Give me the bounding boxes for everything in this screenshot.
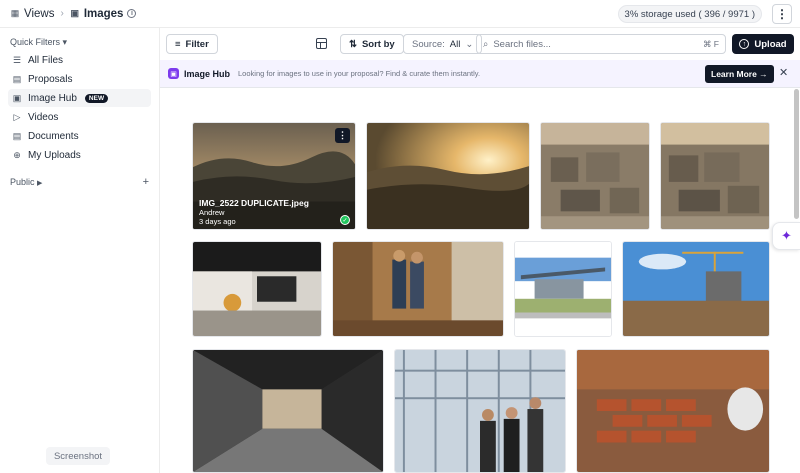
ai-assistant-sparkle-button[interactable]: ✦ <box>772 222 800 250</box>
gallery-image-construction-aerial-2[interactable] <box>660 122 770 230</box>
gallery-image-modern-building[interactable] <box>514 241 612 337</box>
more-options-button[interactable]: ⋮ <box>772 4 792 24</box>
caret-right-icon: ▶ <box>37 180 43 187</box>
search-input[interactable]: ⌕ Search files... ⌘ F <box>476 34 726 54</box>
office-desk-image <box>193 242 321 336</box>
sidebar-item-all-files[interactable]: ☰ All Files <box>8 51 151 69</box>
workers-building-image <box>333 242 503 336</box>
business-people-image <box>395 350 565 472</box>
construction-aerial-image <box>541 123 649 229</box>
gallery-image-office-hallway[interactable] <box>192 349 384 473</box>
gallery-image-bricklaying[interactable] <box>576 349 770 473</box>
upload-button[interactable]: ↑ Upload <box>732 34 794 54</box>
filter-icon: ≡ <box>175 38 181 50</box>
info-icon[interactable]: i <box>127 9 137 18</box>
filter-button[interactable]: ≡ Filter <box>166 34 218 54</box>
check-icon: ✓ <box>340 215 350 225</box>
modern-building-image <box>515 242 611 336</box>
sidebar-item-my-uploads[interactable]: ⊕ My Uploads <box>8 146 151 164</box>
search-shortcut: ⌘ F <box>702 38 719 49</box>
sort-icon: ⇅ <box>349 38 357 50</box>
sidebar-item-documents[interactable]: ▤ Documents <box>8 127 151 145</box>
sidebar-item-image-hub[interactable]: ▣ Image Hub NEW <box>8 89 151 107</box>
top-bar: ▦ Views › ▣ Images i 3% storage used ( 3… <box>0 0 800 28</box>
gallery-image-construction-crane[interactable] <box>622 241 770 337</box>
storage-usage-badge[interactable]: 3% storage used ( 396 / 9971 ) <box>617 5 762 23</box>
image-hub-banner: ▣ Image Hub Looking for images to use in… <box>160 60 800 88</box>
gallery-image-construction-aerial[interactable] <box>540 122 650 230</box>
mountain-sunset-warm-image <box>367 123 529 229</box>
caret-down-icon: ▾ <box>62 36 68 47</box>
stack-icon: ☰ <box>12 54 22 65</box>
layout-toggle-icon[interactable] <box>316 38 327 49</box>
views-icon: ▦ <box>10 8 20 18</box>
gallery-image-business-people[interactable] <box>394 349 566 473</box>
upload-icon: ⊕ <box>13 149 21 160</box>
image-icon: ▣ <box>12 92 22 103</box>
search-icon: ⌕ <box>483 38 489 50</box>
gallery-image-mountain-sunset-warm[interactable] <box>366 122 530 230</box>
image-gallery: ⋮ IMG_2522 DUPLICATE.jpeg Andrew 3 days … <box>160 89 800 473</box>
breadcrumb-images[interactable]: ▣ Images i <box>70 8 137 20</box>
image-meta: IMG_2522 DUPLICATE.jpeg Andrew 3 days ag… <box>199 197 309 226</box>
close-icon[interactable]: ✕ <box>779 68 788 79</box>
upload-icon: ↑ <box>739 39 750 49</box>
breadcrumb: ▦ Views › ▣ Images i <box>10 8 137 20</box>
bricklaying-image <box>577 350 769 472</box>
add-icon[interactable]: + <box>143 176 149 188</box>
sidebar-item-videos[interactable]: ▷ Videos <box>8 108 151 126</box>
scrollbar[interactable] <box>794 89 799 219</box>
gallery-image-mountain-sunset[interactable]: ⋮ IMG_2522 DUPLICATE.jpeg Andrew 3 days … <box>192 122 356 230</box>
breadcrumb-views[interactable]: ▦ Views <box>10 8 55 20</box>
image-options-button[interactable]: ⋮ <box>335 128 350 143</box>
play-icon: ▷ <box>13 111 21 122</box>
sort-button[interactable]: ⇅ Sort by <box>340 34 404 54</box>
image-icon: ▣ <box>70 8 80 18</box>
gallery-image-workers-building[interactable] <box>332 241 504 337</box>
office-hallway-image <box>193 350 383 472</box>
public-section-header[interactable]: Public ▶ + <box>0 174 159 190</box>
learn-more-button[interactable]: Learn More → <box>705 65 774 83</box>
toolbar: ≡ Filter ⇅ Sort by Source: All ⌄ ⌕ Searc… <box>160 28 800 60</box>
gallery-image-office-desk[interactable] <box>192 241 322 337</box>
chevron-down-icon: ⌄ <box>465 38 474 50</box>
sidebar: Quick Filters ▾ ☰ All Files ▤ Proposals … <box>0 28 160 473</box>
image-hub-logo-icon: ▣ <box>168 68 179 79</box>
sidebar-item-proposals[interactable]: ▤ Proposals <box>8 70 151 88</box>
chevron-right-icon: › <box>60 8 64 19</box>
source-select[interactable]: Source: All ⌄ <box>403 34 483 54</box>
construction-aerial-image-2 <box>661 123 769 229</box>
new-badge: NEW <box>84 93 109 103</box>
construction-crane-image <box>623 242 769 336</box>
document-icon: ▤ <box>12 73 22 84</box>
quick-filters-header[interactable]: Quick Filters ▾ <box>0 34 159 50</box>
file-icon: ▤ <box>12 130 22 141</box>
screenshot-tooltip: Screenshot <box>46 447 110 465</box>
